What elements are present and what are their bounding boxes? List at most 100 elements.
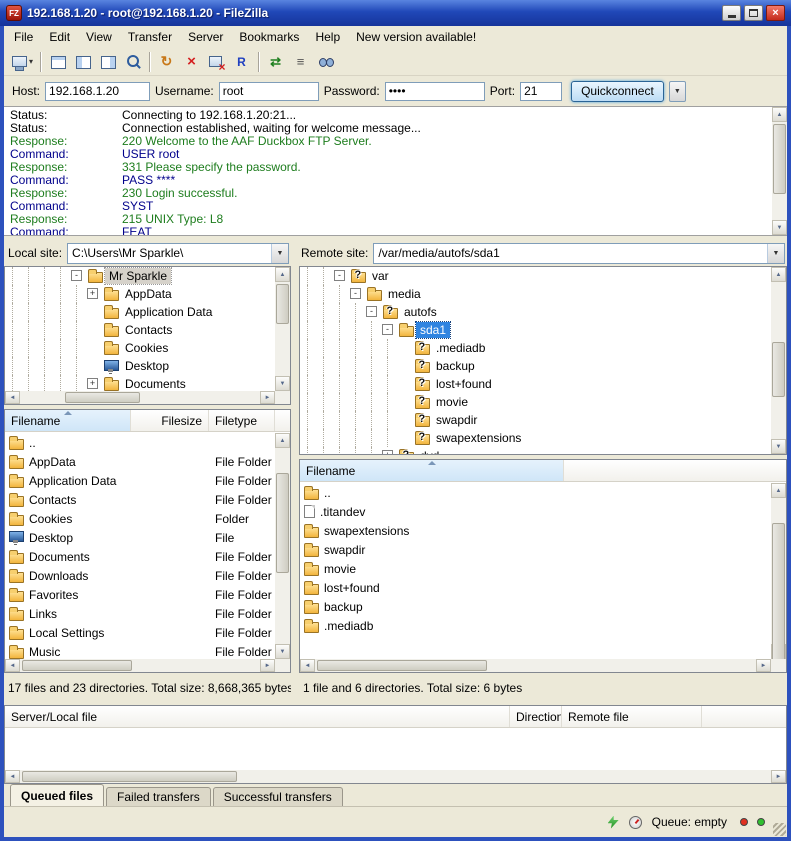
collapse-icon[interactable]: - <box>366 306 377 317</box>
scroll-right-icon[interactable]: ► <box>260 391 275 404</box>
tab-queued-files[interactable]: Queued files <box>10 784 104 806</box>
scroll-up-icon[interactable]: ▲ <box>772 107 787 122</box>
scroll-left-icon[interactable]: ◄ <box>300 659 315 672</box>
scrollbar-thumb[interactable] <box>22 771 237 782</box>
username-input[interactable] <box>219 82 319 101</box>
local-pane-splitter[interactable] <box>4 405 291 409</box>
file-row[interactable]: DocumentsFile Folder <box>5 547 275 566</box>
remote-site-combobox[interactable]: /var/media/autofs/sda1 ▼ <box>373 243 785 264</box>
scroll-left-icon[interactable]: ◄ <box>5 659 20 672</box>
vertical-scrollbar[interactable]: ▲▼ <box>772 107 787 235</box>
log-splitter[interactable] <box>4 236 787 240</box>
vertical-scrollbar[interactable]: ▲▼ <box>771 483 786 659</box>
scroll-down-icon[interactable]: ▼ <box>772 220 787 235</box>
pane-splitter[interactable] <box>291 240 299 702</box>
remote-tree-node[interactable]: .mediadb <box>300 339 771 357</box>
file-row[interactable]: swapextensions <box>300 521 771 540</box>
column-header-filename[interactable]: Filename <box>300 460 564 481</box>
local-tree-node[interactable]: Cookies <box>5 339 275 357</box>
remote-tree-node[interactable]: -var <box>300 267 771 285</box>
toggle-local-tree-button[interactable] <box>71 51 94 73</box>
scrollbar-thumb[interactable] <box>772 342 785 397</box>
quickconnect-dropdown-button[interactable]: ▼ <box>669 81 686 102</box>
activity-gauge-icon[interactable] <box>629 816 642 829</box>
remote-tree-node[interactable]: -sda1 <box>300 321 771 339</box>
scroll-right-icon[interactable]: ► <box>260 659 275 672</box>
menu-item-server[interactable]: Server <box>180 27 231 47</box>
transfer-queue-body[interactable] <box>5 728 786 770</box>
remote-tree-node[interactable]: lost+found <box>300 375 771 393</box>
expand-icon[interactable]: + <box>382 450 393 454</box>
remote-pane-splitter[interactable] <box>299 455 787 459</box>
reconnect-button[interactable]: R <box>230 51 253 73</box>
file-row[interactable]: MusicFile Folder <box>5 642 275 659</box>
scrollbar-thumb[interactable] <box>276 473 289 573</box>
collapse-icon[interactable]: - <box>382 324 393 335</box>
column-header-direction[interactable]: Direction <box>510 706 562 727</box>
password-input[interactable] <box>385 82 485 101</box>
host-input[interactable] <box>45 82 150 101</box>
expand-icon[interactable]: + <box>87 288 98 299</box>
scroll-down-icon[interactable]: ▼ <box>275 644 290 659</box>
menu-item-help[interactable]: Help <box>307 27 348 47</box>
find-button[interactable] <box>314 51 337 73</box>
scrollbar-thumb[interactable] <box>317 660 487 671</box>
scroll-right-icon[interactable]: ► <box>771 770 786 783</box>
disconnect-button[interactable] <box>205 51 228 73</box>
scroll-down-icon[interactable]: ▼ <box>771 439 786 454</box>
collapse-icon[interactable]: - <box>71 270 82 281</box>
vertical-scrollbar[interactable]: ▲▼ <box>771 267 786 454</box>
scroll-down-icon[interactable]: ▼ <box>275 376 290 391</box>
scroll-up-icon[interactable]: ▲ <box>771 483 786 498</box>
local-tree-node[interactable]: +AppData <box>5 285 275 303</box>
file-row[interactable]: DesktopFile <box>5 528 275 547</box>
remote-tree-node[interactable]: swapextensions <box>300 429 771 447</box>
column-header-filesize[interactable]: Filesize <box>131 410 209 431</box>
remote-tree-node[interactable]: -autofs <box>300 303 771 321</box>
file-row[interactable]: .titandev <box>300 502 771 521</box>
file-row[interactable]: Local SettingsFile Folder <box>5 623 275 642</box>
horizontal-scrollbar[interactable]: ◄► <box>300 659 771 672</box>
local-tree-node[interactable]: Desktop <box>5 357 275 375</box>
chevron-down-icon[interactable]: ▼ <box>767 244 784 263</box>
file-row[interactable]: movie <box>300 559 771 578</box>
scrollbar-thumb[interactable] <box>276 284 289 324</box>
expand-icon[interactable]: + <box>87 378 98 389</box>
menu-item-new-version-available[interactable]: New version available! <box>348 27 484 47</box>
tab-failed-transfers[interactable]: Failed transfers <box>106 787 211 806</box>
scrollbar-thumb[interactable] <box>772 523 785 673</box>
scroll-left-icon[interactable]: ◄ <box>5 770 20 783</box>
menu-item-transfer[interactable]: Transfer <box>120 27 180 47</box>
menu-item-view[interactable]: View <box>78 27 120 47</box>
file-row[interactable]: FavoritesFile Folder <box>5 585 275 604</box>
column-header-remote-file[interactable]: Remote file <box>562 706 702 727</box>
file-row[interactable]: .mediadb <box>300 616 771 635</box>
quickconnect-button[interactable]: Quickconnect <box>571 81 664 102</box>
title-bar[interactable]: FZ 192.168.1.20 - root@192.168.1.20 - Fi… <box>0 0 791 26</box>
speed-limit-icon[interactable] <box>608 816 619 829</box>
remote-tree-node[interactable]: backup <box>300 357 771 375</box>
scroll-right-icon[interactable]: ► <box>756 659 771 672</box>
compare-button[interactable]: ⇄ <box>264 51 287 73</box>
local-tree-node[interactable]: +Documents <box>5 375 275 391</box>
chevron-down-icon[interactable]: ▼ <box>271 244 288 263</box>
local-tree-node[interactable]: Application Data <box>5 303 275 321</box>
maximize-button[interactable] <box>744 5 763 21</box>
horizontal-scrollbar[interactable]: ◄► <box>5 659 275 672</box>
collapse-icon[interactable]: - <box>334 270 345 281</box>
scroll-up-icon[interactable]: ▲ <box>771 267 786 282</box>
toggle-queue-button[interactable] <box>121 51 144 73</box>
scroll-up-icon[interactable]: ▲ <box>275 433 290 448</box>
cancel-button[interactable]: × <box>180 51 203 73</box>
column-header-filetype[interactable]: Filetype <box>209 410 275 431</box>
file-row[interactable]: .. <box>5 433 275 452</box>
collapse-icon[interactable]: - <box>350 288 361 299</box>
port-input[interactable] <box>520 82 562 101</box>
close-button[interactable]: × <box>766 5 785 21</box>
queue-splitter[interactable] <box>4 702 787 705</box>
file-row[interactable]: lost+found <box>300 578 771 597</box>
file-row[interactable]: LinksFile Folder <box>5 604 275 623</box>
scrollbar-thumb[interactable] <box>773 124 786 194</box>
scrollbar-thumb[interactable] <box>22 660 132 671</box>
file-row[interactable]: backup <box>300 597 771 616</box>
